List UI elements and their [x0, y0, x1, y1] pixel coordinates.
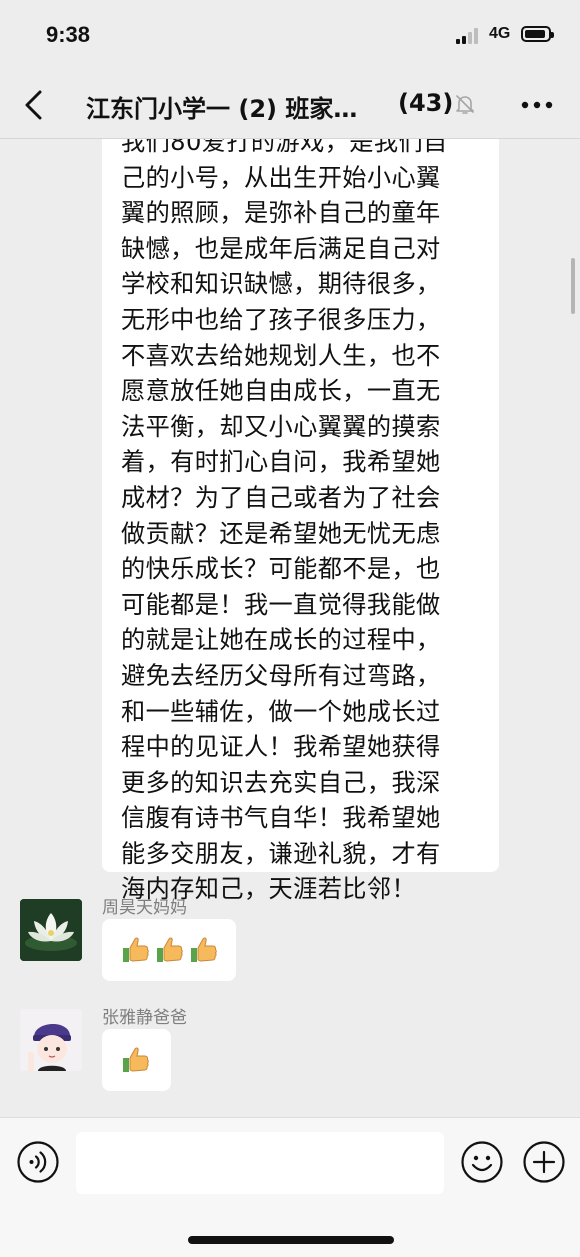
message-line: 和一些辅佐，做一个她成长过	[121, 697, 441, 726]
cartoon-boy-avatar[interactable]	[20, 1009, 82, 1071]
thumbs-up-icon	[123, 1047, 149, 1072]
thumbs-up-icon	[191, 937, 217, 962]
input-bar	[0, 1117, 580, 1257]
message-line: 无形中也给了孩子很多压力，	[121, 305, 441, 334]
thumbs-up-icon	[123, 937, 149, 962]
network-type: 4G	[489, 25, 511, 42]
message-line: 能多交朋友，谦逊礼貌，才有	[121, 839, 441, 868]
message-line: 成材？为了自己或者为了社会	[121, 483, 441, 512]
battery-icon	[521, 26, 554, 42]
message-line: 学校和知识缺憾，期待很多，	[121, 270, 441, 299]
message-line: 做贡献？还是希望她无忧无虑	[121, 519, 441, 548]
emoji-message-bubble[interactable]	[102, 919, 236, 981]
message-line: 程中的见证人！我希望她获得	[121, 733, 441, 762]
lotus-flower-avatar[interactable]	[20, 899, 82, 961]
message-line: 愿意放任她自由成长，一直无	[121, 377, 441, 406]
text-message-bubble[interactable]: 我们80爱打的游戏，是我们自 己的小号，从出生开始小心翼 翼的照顾，是弥补自己的…	[102, 139, 499, 903]
message-line: 我们80爱打的游戏，是我们自	[121, 139, 448, 156]
sender-name: 张雅静爸爸	[102, 1008, 187, 1028]
sender-name: 周昊天妈妈	[102, 898, 187, 918]
message-line: 的就是让她在成长的过程中，	[121, 626, 441, 655]
status-time: 9:38	[46, 22, 91, 47]
message-line: 可能都是！我一直觉得我能做	[121, 590, 441, 619]
home-indicator[interactable]	[188, 1236, 394, 1244]
status-bar: 9:38 4G	[0, 0, 580, 72]
message-line: 的快乐成长？可能都不是，也	[121, 555, 441, 584]
message-line: 着，有时扪心自问，我希望她	[121, 448, 441, 477]
message-line: 翼的照顾，是弥补自己的童年	[121, 199, 441, 228]
plus-icon[interactable]	[522, 1140, 566, 1184]
member-count: (43)	[398, 89, 454, 117]
message-input[interactable]	[76, 1132, 444, 1194]
message-line: 缺憾，也是成年后满足自己对	[121, 234, 441, 263]
message-line: 避免去经历父母所有过弯路，	[121, 661, 441, 690]
message-line: 不喜欢去给她规划人生，也不	[121, 341, 441, 370]
voice-icon[interactable]	[16, 1140, 60, 1184]
emoji-message-bubble[interactable]	[102, 1029, 171, 1091]
chat-header: 江东门小学一 (2) 班家… (43)	[0, 72, 580, 139]
thumbs-up-icon	[157, 937, 183, 962]
message-list[interactable]: 我们80爱打的游戏，是我们自 己的小号，从出生开始小心翼 翼的照顾，是弥补自己的…	[0, 139, 580, 1117]
message-line: 法平衡，却又小心翼翼的摸索	[121, 412, 441, 441]
back-icon[interactable]	[20, 88, 50, 122]
message-line: 己的小号，从出生开始小心翼	[121, 163, 441, 192]
more-icon[interactable]	[520, 100, 554, 110]
signal-icon	[456, 28, 482, 44]
message-line: 更多的知识去充实自己，我深	[121, 768, 441, 797]
chat-title[interactable]: 江东门小学一 (2) 班家…	[86, 89, 386, 124]
message-line: 信腹有诗书气自华！我希望她	[121, 804, 441, 833]
emoji-icon[interactable]	[460, 1140, 504, 1184]
mute-bell-icon	[456, 95, 474, 114]
